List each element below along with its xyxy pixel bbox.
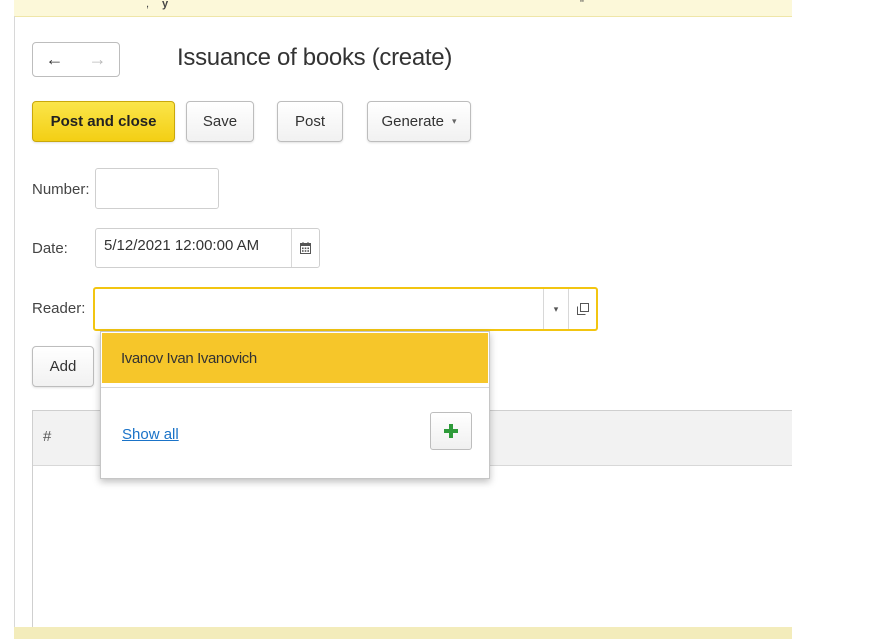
page-title: Issuance of books (create) [177,44,453,71]
top-bar-glyph: " [580,0,584,10]
generate-label: Generate [381,113,444,130]
back-button[interactable]: ← [33,43,76,76]
forward-button[interactable]: → [76,43,119,76]
reader-dropdown-list: Ivanov Ivan Ivanovich Show all [100,331,490,479]
create-new-button[interactable] [430,412,472,450]
top-bar: , y " [14,0,792,17]
date-value: 5/12/2021 12:00:00 AM [104,237,260,254]
reader-input[interactable] [101,297,535,323]
save-button[interactable]: Save [186,101,254,142]
show-all-link[interactable]: Show all [122,426,179,443]
divider [101,387,489,388]
date-label: Date: [32,240,68,257]
reader-open-button[interactable] [568,289,596,329]
post-label: Post [294,113,325,130]
date-field[interactable]: 5/12/2021 12:00:00 AM [95,228,320,268]
calendar-button[interactable] [291,229,319,267]
calendar-icon [300,242,311,254]
nav-buttons: ← → [32,42,120,77]
chevron-down-icon: ▾ [452,116,457,126]
number-field[interactable] [95,168,219,209]
chevron-down-icon: ▾ [553,303,559,314]
top-bar-glyph: , [146,0,150,10]
arrow-right-icon: → [88,49,107,69]
number-label: Number: [32,181,90,198]
save-label: Save [202,113,238,130]
add-row-button[interactable]: Add [32,346,94,387]
list-item-label: Ivanov Ivan Ivanovich [121,349,257,367]
reader-label: Reader: [32,300,86,317]
add-label: Add [49,358,77,375]
reader-dropdown-button[interactable]: ▾ [543,289,568,329]
post-and-close-label: Post and close [50,113,157,130]
open-in-window-icon [576,303,589,315]
top-bar-glyph: y [162,0,169,10]
post-button[interactable]: Post [277,101,343,142]
list-item[interactable]: Ivanov Ivan Ivanovich [102,333,488,383]
window-border [14,16,15,627]
arrow-left-icon: ← [45,49,64,69]
plus-icon [444,424,458,438]
post-and-close-button[interactable]: Post and close [32,101,175,142]
generate-button[interactable]: Generate ▾ [367,101,471,142]
bottom-bar [14,627,792,639]
column-header-number[interactable]: # [43,428,51,445]
reader-field[interactable]: ▾ [93,287,598,331]
